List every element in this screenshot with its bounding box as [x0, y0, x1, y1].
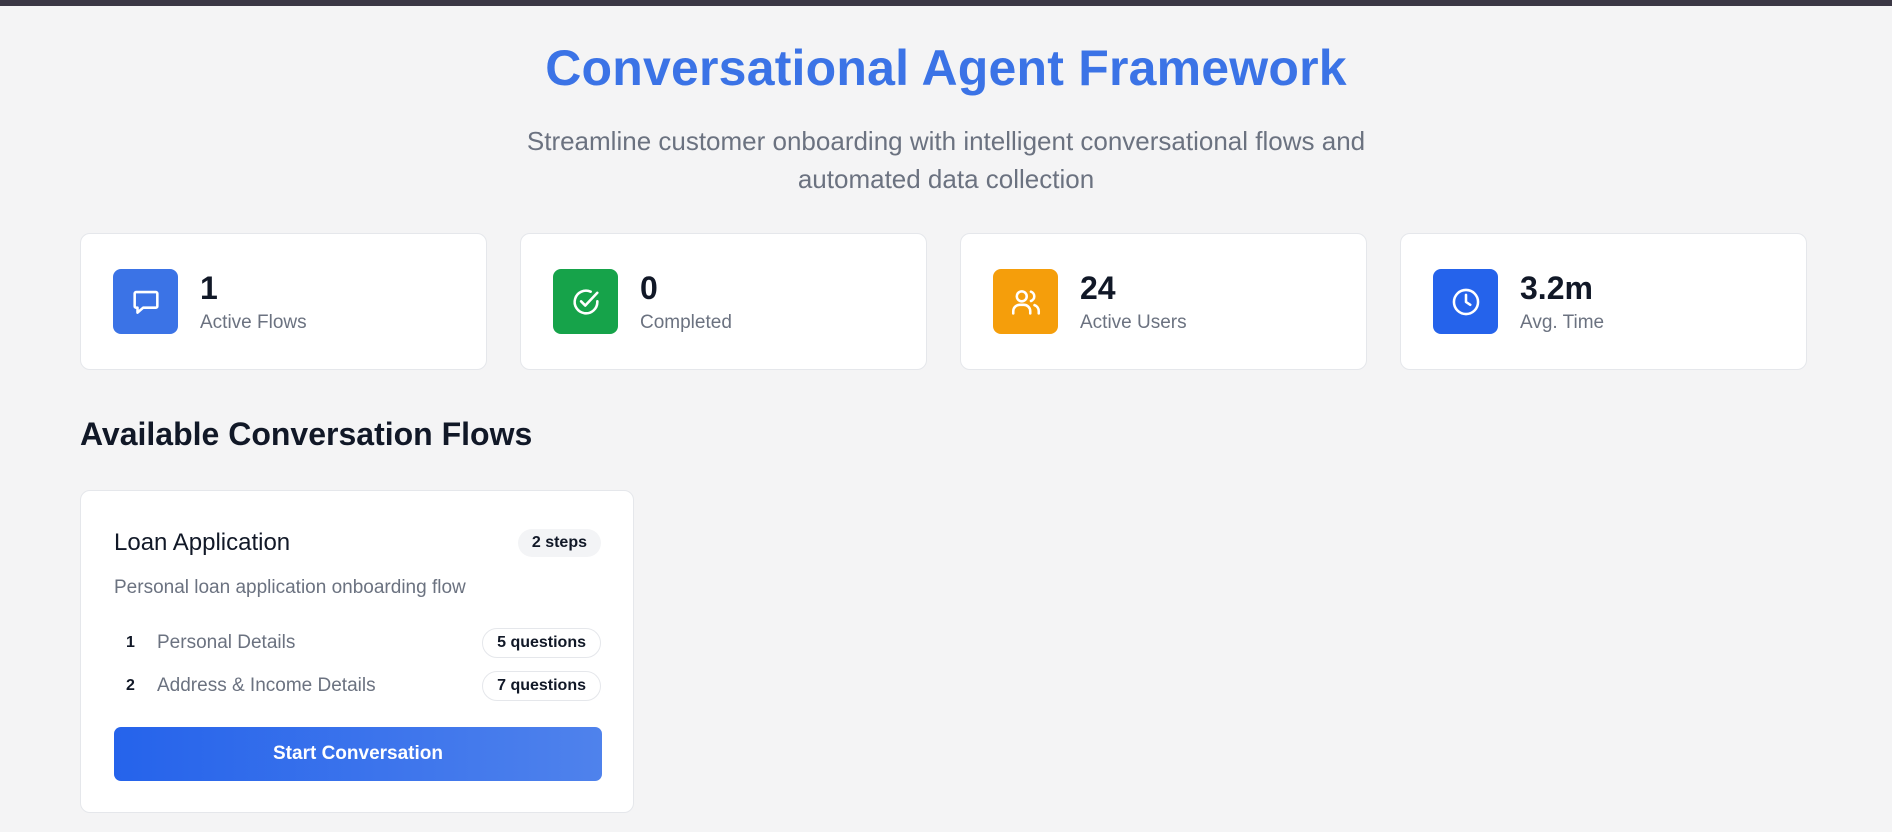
top-bar [0, 0, 1892, 6]
stat-card-active-users: 24 Active Users [960, 233, 1367, 370]
step-name: Address & Income Details [157, 675, 376, 696]
flow-card-loan-application: Loan Application 2 steps Personal loan a… [80, 490, 634, 813]
users-icon [993, 269, 1058, 334]
stat-value: 0 [640, 269, 658, 306]
list-item: 2 Address & Income Details 7 questions [114, 668, 601, 704]
page-subtitle: Streamline customer onboarding with inte… [526, 126, 1366, 194]
questions-badge: 5 questions [482, 628, 601, 658]
page-header: Conversational Agent Framework Streamlin… [0, 38, 1892, 198]
clock-icon [1433, 269, 1498, 334]
stat-card-active-flows: 1 Active Flows [80, 233, 487, 370]
check-circle-icon [553, 269, 618, 334]
section-title: Available Conversation Flows [80, 416, 533, 452]
step-number: 2 [126, 677, 135, 694]
flow-description: Personal loan application onboarding flo… [114, 577, 466, 598]
stat-card-avg-time: 3.2m Avg. Time [1400, 233, 1807, 370]
start-conversation-button[interactable]: Start Conversation [114, 727, 602, 781]
stat-card-completed: 0 Completed [520, 233, 927, 370]
stat-value: 1 [200, 269, 218, 306]
stat-label: Avg. Time [1520, 311, 1605, 333]
step-name: Personal Details [157, 632, 296, 653]
step-number: 1 [126, 634, 135, 651]
stat-label: Active Users [1080, 311, 1187, 333]
questions-badge: 7 questions [482, 671, 601, 701]
list-item: 1 Personal Details 5 questions [114, 625, 601, 661]
step-list: 1 Personal Details 5 questions 2 Address… [114, 625, 601, 704]
page-title: Conversational Agent Framework [545, 40, 1347, 96]
stat-label: Completed [640, 311, 732, 333]
stat-value: 24 [1080, 269, 1116, 306]
stats-row: 1 Active Flows 0 Completed 24 Active Use… [80, 233, 1807, 370]
stat-label: Active Flows [200, 311, 307, 333]
steps-badge: 2 steps [517, 529, 601, 557]
flow-title: Loan Application [114, 529, 291, 556]
stat-value: 3.2m [1520, 269, 1593, 306]
chat-icon [113, 269, 178, 334]
